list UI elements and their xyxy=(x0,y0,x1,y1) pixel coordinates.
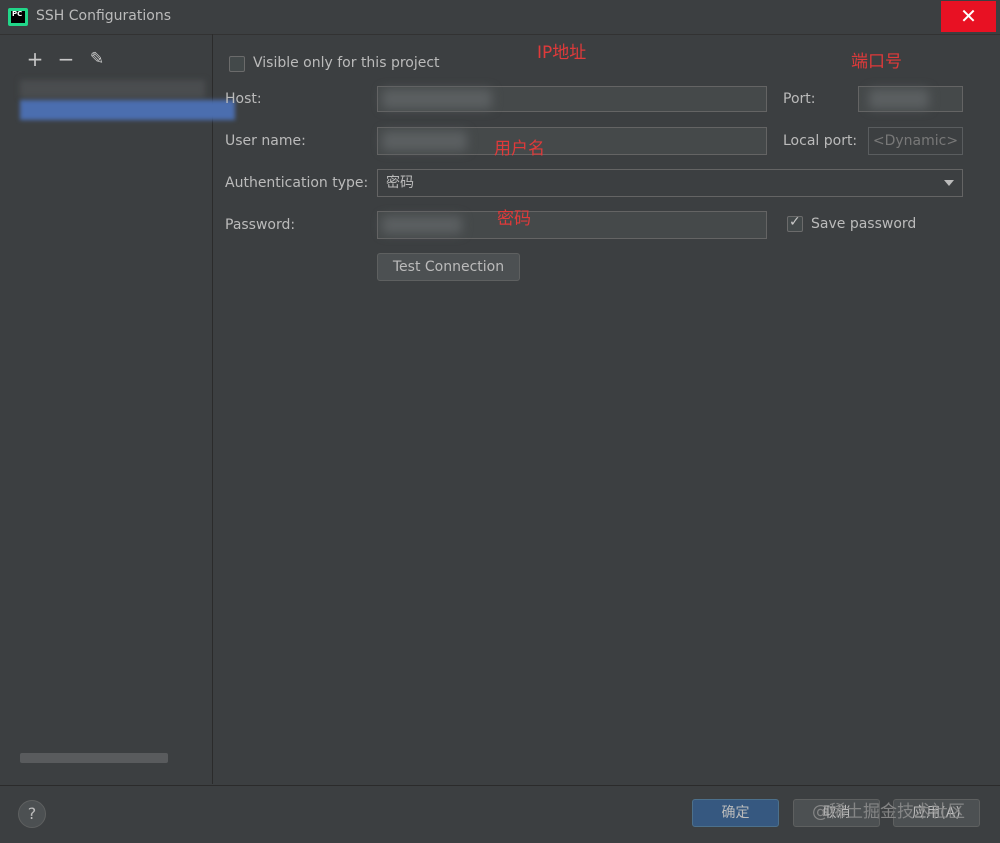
annotation-password: 密码 xyxy=(497,209,531,229)
edit-icon[interactable]: ✎ xyxy=(86,48,108,70)
save-password-checkbox[interactable] xyxy=(787,214,803,232)
port-label: Port: xyxy=(783,91,816,107)
annotation-username: 用户名 xyxy=(494,139,545,159)
annotation-port: 端口号 xyxy=(851,52,902,72)
visible-only-label: Visible only for this project xyxy=(253,55,440,71)
config-list-pane: + − ✎ xyxy=(0,34,235,784)
title-bar: SSH Configurations ✕ xyxy=(0,0,1000,35)
redacted-value xyxy=(869,89,929,109)
visible-only-checkbox[interactable] xyxy=(229,56,245,72)
ok-button[interactable]: 确定 xyxy=(692,799,779,827)
annotation-ip: IP地址 xyxy=(537,43,587,63)
close-button[interactable]: ✕ xyxy=(941,1,996,32)
list-item-selected[interactable] xyxy=(20,100,235,120)
host-input[interactable] xyxy=(377,86,767,112)
password-label: Password: xyxy=(225,217,296,233)
password-input[interactable] xyxy=(377,211,767,239)
redacted-value xyxy=(382,216,462,234)
host-label: Host: xyxy=(225,91,262,107)
auth-type-label: Authentication type: xyxy=(225,175,369,191)
auth-type-select[interactable]: 密码 xyxy=(377,169,963,197)
username-input[interactable] xyxy=(377,127,767,155)
help-button[interactable]: ? xyxy=(18,800,46,828)
footer-divider xyxy=(0,785,1000,786)
redacted-value xyxy=(382,131,467,151)
add-icon[interactable]: + xyxy=(24,48,46,70)
pycharm-app-icon xyxy=(8,8,28,26)
window-title: SSH Configurations xyxy=(36,8,171,24)
save-password-label: Save password xyxy=(811,216,917,232)
list-item[interactable] xyxy=(20,80,205,98)
test-connection-button[interactable]: Test Connection xyxy=(377,253,520,281)
redacted-value xyxy=(382,89,492,109)
local-port-label: Local port: xyxy=(783,133,858,149)
horizontal-scrollbar[interactable] xyxy=(20,753,168,763)
local-port-input[interactable]: <Dynamic> xyxy=(868,127,963,155)
auth-type-value: 密码 xyxy=(386,175,414,191)
chevron-down-icon xyxy=(944,180,954,186)
watermark: @稀土掘金技术社区 xyxy=(812,802,965,822)
remove-icon[interactable]: − xyxy=(55,48,77,70)
port-input[interactable] xyxy=(858,86,963,112)
username-label: User name: xyxy=(225,133,306,149)
